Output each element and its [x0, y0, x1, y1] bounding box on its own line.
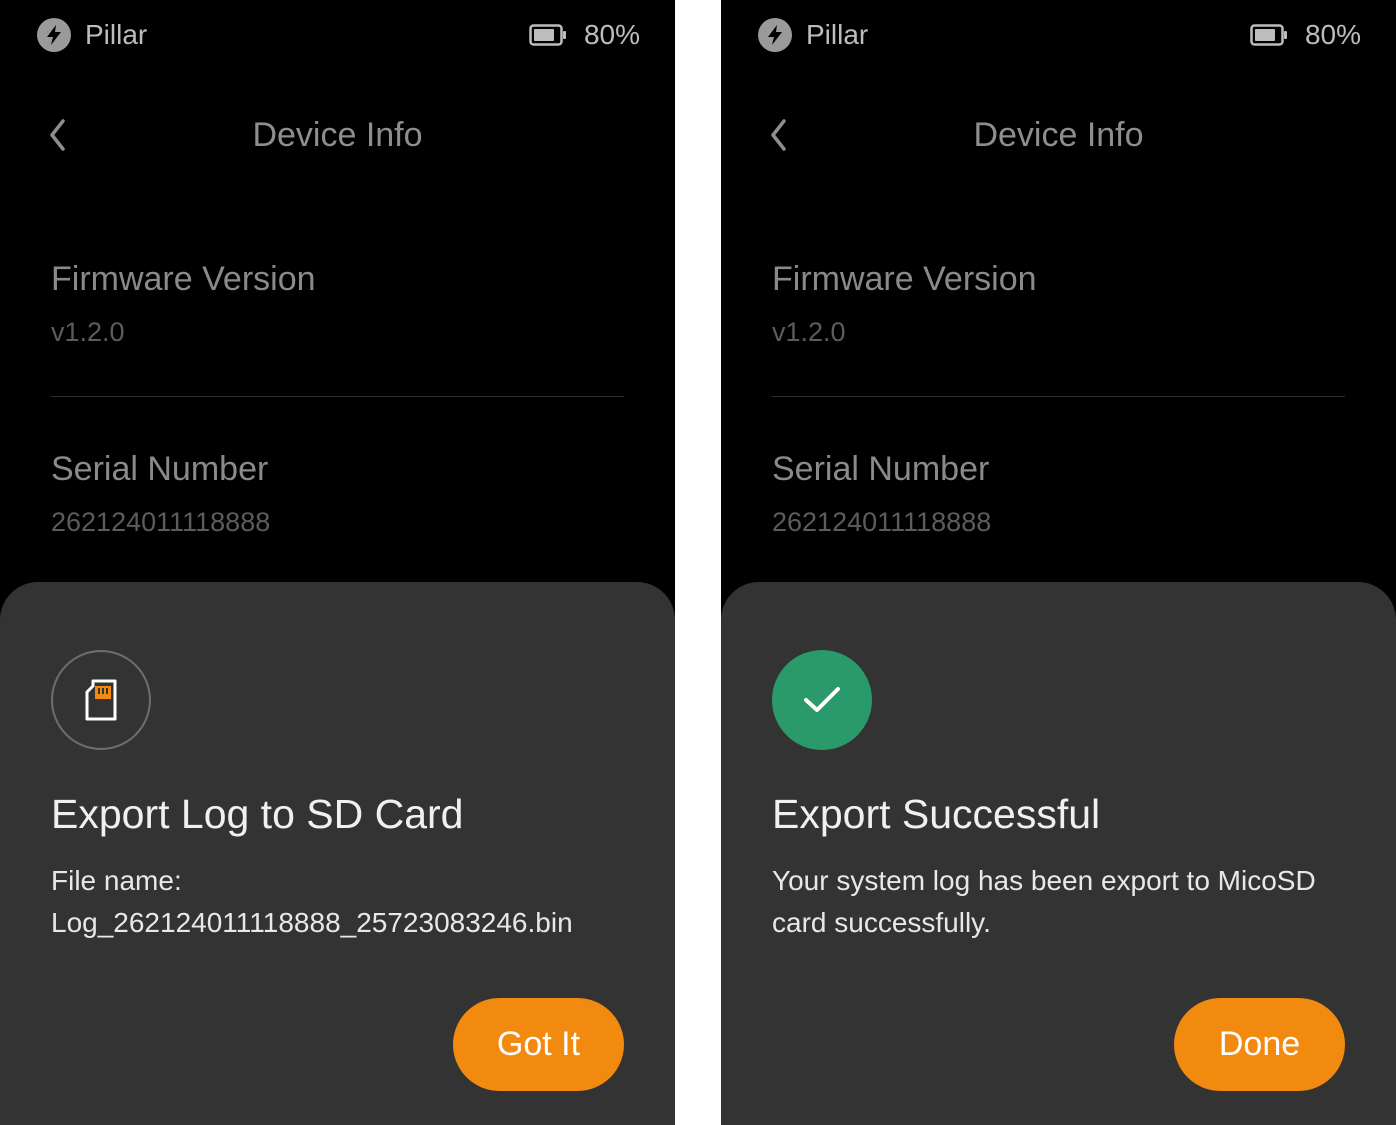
message-line: card successfully.: [772, 907, 991, 938]
got-it-button[interactable]: Got It: [453, 998, 624, 1091]
app-name: Pillar: [85, 19, 148, 50]
status-bar: Pillar 80%: [0, 0, 675, 70]
page-title: Device Info: [973, 116, 1144, 154]
sd-card-icon: [51, 650, 151, 750]
serial-number-label: Serial Number: [772, 450, 990, 488]
bolt-icon: [37, 18, 71, 52]
app-name: Pillar: [806, 19, 869, 50]
message-line: Your system log has been export to MicoS…: [772, 865, 1316, 896]
battery-percent: 80%: [1304, 19, 1361, 50]
firmware-version-label: Firmware Version: [772, 260, 1037, 298]
firmware-version-label: Firmware Version: [51, 260, 316, 298]
export-success-sheet: Export Successful Your system log has be…: [721, 582, 1396, 1125]
battery-percent: 80%: [583, 19, 640, 50]
battery-icon: [529, 24, 566, 46]
serial-number-value: 262124011118888: [772, 507, 992, 537]
check-icon: [772, 650, 872, 750]
status-bar: Pillar 80%: [721, 0, 1396, 70]
sheet-title: Export Log to SD Card: [51, 791, 464, 837]
done-button[interactable]: Done: [1174, 998, 1345, 1091]
device-screen-export-prompt: Pillar 80% Device Info Firmware Version …: [0, 0, 675, 1125]
battery-icon: [1250, 24, 1287, 46]
divider: [772, 396, 1345, 397]
nav-bar: Device Info: [0, 105, 675, 165]
sheet-message: File name: Log_262124011118888_257230832…: [51, 860, 641, 944]
export-log-sheet: Export Log to SD Card File name: Log_262…: [0, 582, 675, 1125]
sheet-message: Your system log has been export to MicoS…: [772, 860, 1362, 944]
file-name-value: Log_262124011118888_25723083246.bin: [51, 907, 573, 938]
file-name-label: File name:: [51, 865, 182, 896]
bolt-icon: [758, 18, 792, 52]
firmware-version-value: v1.2.0: [51, 317, 125, 347]
nav-bar: Device Info: [721, 105, 1396, 165]
divider: [51, 396, 624, 397]
serial-number-label: Serial Number: [51, 450, 269, 488]
page-title: Device Info: [252, 116, 423, 154]
device-screen-export-success: Pillar 80% Device Info Firmware Version …: [721, 0, 1396, 1125]
sheet-title: Export Successful: [772, 791, 1101, 837]
serial-number-value: 262124011118888: [51, 507, 271, 537]
firmware-version-value: v1.2.0: [772, 317, 846, 347]
